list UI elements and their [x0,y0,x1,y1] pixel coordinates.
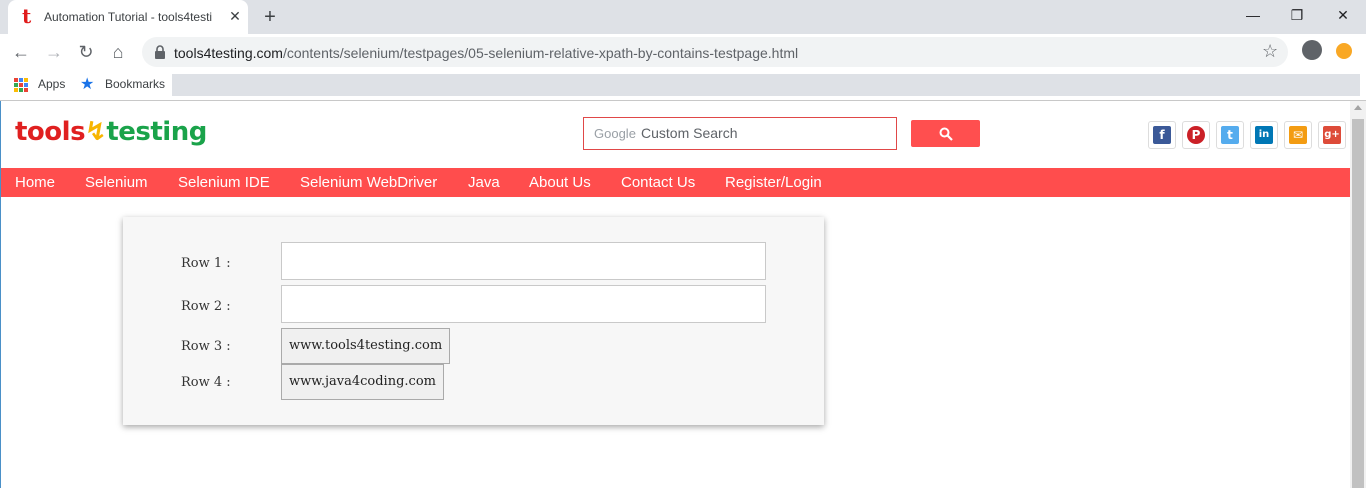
scroll-up-arrow-icon[interactable] [1354,105,1362,110]
pinterest-icon: P [1187,126,1205,144]
forward-icon[interactable]: → [42,40,66,64]
nav-home[interactable]: Home [15,174,55,191]
nav-contact-us[interactable]: Contact Us [621,174,695,191]
page-scrollbar[interactable] [1350,101,1366,488]
row4-label: Row 4 : [181,375,231,390]
search-placeholder: Custom Search [641,125,738,141]
star-icon: ★ [80,76,95,93]
nav-java[interactable]: Java [468,174,500,191]
bookmark-bookmarks[interactable]: Bookmarks [105,77,165,91]
java4coding-button[interactable]: www.java4coding.com [281,364,444,400]
row3-label: Row 3 : [181,339,231,354]
twitter-button[interactable]: t [1216,121,1244,149]
reload-icon[interactable]: ↻ [74,40,98,64]
nav-selenium[interactable]: Selenium [85,174,148,191]
address-bar[interactable]: tools4testing.com/contents/selenium/test… [142,37,1288,67]
browser-toolbar: ← → ↻ ⌂ tools4testing.com/contents/selen… [0,34,1366,70]
bookmark-star-icon[interactable]: ☆ [1262,41,1278,62]
web-page: tools↯testing Google Custom Search f P t… [0,101,1350,488]
row1-input[interactable] [281,242,766,280]
profile-avatar-icon[interactable] [1302,40,1322,60]
lock-icon [155,45,165,59]
twitter-icon: t [1221,126,1239,144]
new-tab-button[interactable]: + [258,5,282,29]
row2-input[interactable] [281,285,766,323]
nav-register-login[interactable]: Register/Login [725,174,822,191]
restore-icon[interactable]: ❐ [1282,4,1312,26]
lightning-bolt-icon: ↯ [85,117,107,147]
facebook-button[interactable]: f [1148,121,1176,149]
search-input[interactable]: Google Custom Search [583,117,897,150]
row1-label: Row 1 : [181,256,231,271]
nav-about-us[interactable]: About Us [529,174,591,191]
home-icon[interactable]: ⌂ [106,40,130,64]
tools4testing-button[interactable]: www.tools4testing.com [281,328,451,364]
browser-tab-strip: t Automation Tutorial - tools4testi ✕ + … [0,0,1366,34]
tab-title: Automation Tutorial - tools4testi [44,10,213,24]
back-icon[interactable]: ← [9,40,33,64]
linkedin-button[interactable]: in [1250,121,1278,149]
site-logo[interactable]: tools↯testing [15,117,207,147]
nav-selenium-ide[interactable]: Selenium IDE [178,174,270,191]
email-button[interactable]: ✉ [1284,121,1312,149]
minimize-icon[interactable]: — [1238,4,1268,26]
email-icon: ✉ [1289,126,1307,144]
bookmark-apps[interactable]: Apps [38,77,65,91]
search-button[interactable] [911,120,980,147]
pinterest-button[interactable]: P [1182,121,1210,149]
googleplus-button[interactable]: g+ [1318,121,1346,149]
bookmarks-bar-fill [172,74,1360,96]
search-icon [939,127,953,141]
extension-icon[interactable] [1336,43,1352,59]
apps-grid-icon[interactable] [14,78,28,92]
main-nav: Home Selenium Selenium IDE Selenium WebD… [1,168,1350,197]
tools4testing-favicon-icon: t [22,4,32,28]
row2-label: Row 2 : [181,299,231,314]
nav-selenium-webdriver[interactable]: Selenium WebDriver [300,174,437,191]
scrollbar-thumb[interactable] [1352,119,1364,488]
close-window-icon[interactable]: ✕ [1328,4,1358,26]
bookmarks-bar: Apps ★ Bookmarks [0,70,1366,100]
search-brand-label: Google [594,126,636,141]
browser-tab[interactable]: t Automation Tutorial - tools4testi ✕ [8,0,248,34]
googleplus-icon: g+ [1323,126,1341,144]
facebook-icon: f [1153,126,1171,144]
linkedin-icon: in [1255,126,1273,144]
close-tab-icon[interactable]: ✕ [226,7,244,25]
test-form-card: Row 1 : Row 2 : Row 3 : www.tools4testin… [123,217,824,425]
url-text: tools4testing.com/contents/selenium/test… [174,45,799,61]
